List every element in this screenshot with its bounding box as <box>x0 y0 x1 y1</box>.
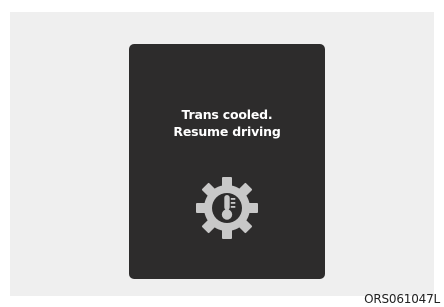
message-line-1: Trans cooled. <box>181 107 273 122</box>
cluster-display: Trans cooled. Resume driving <box>129 44 325 279</box>
warning-message: Trans cooled. Resume driving <box>129 106 325 140</box>
figure-canvas: Trans cooled. Resume driving ORS061047L <box>0 0 444 307</box>
transmission-temperature-gear-icon <box>196 177 258 239</box>
figure-code: ORS061047L <box>364 292 440 306</box>
message-line-2: Resume driving <box>173 124 281 139</box>
